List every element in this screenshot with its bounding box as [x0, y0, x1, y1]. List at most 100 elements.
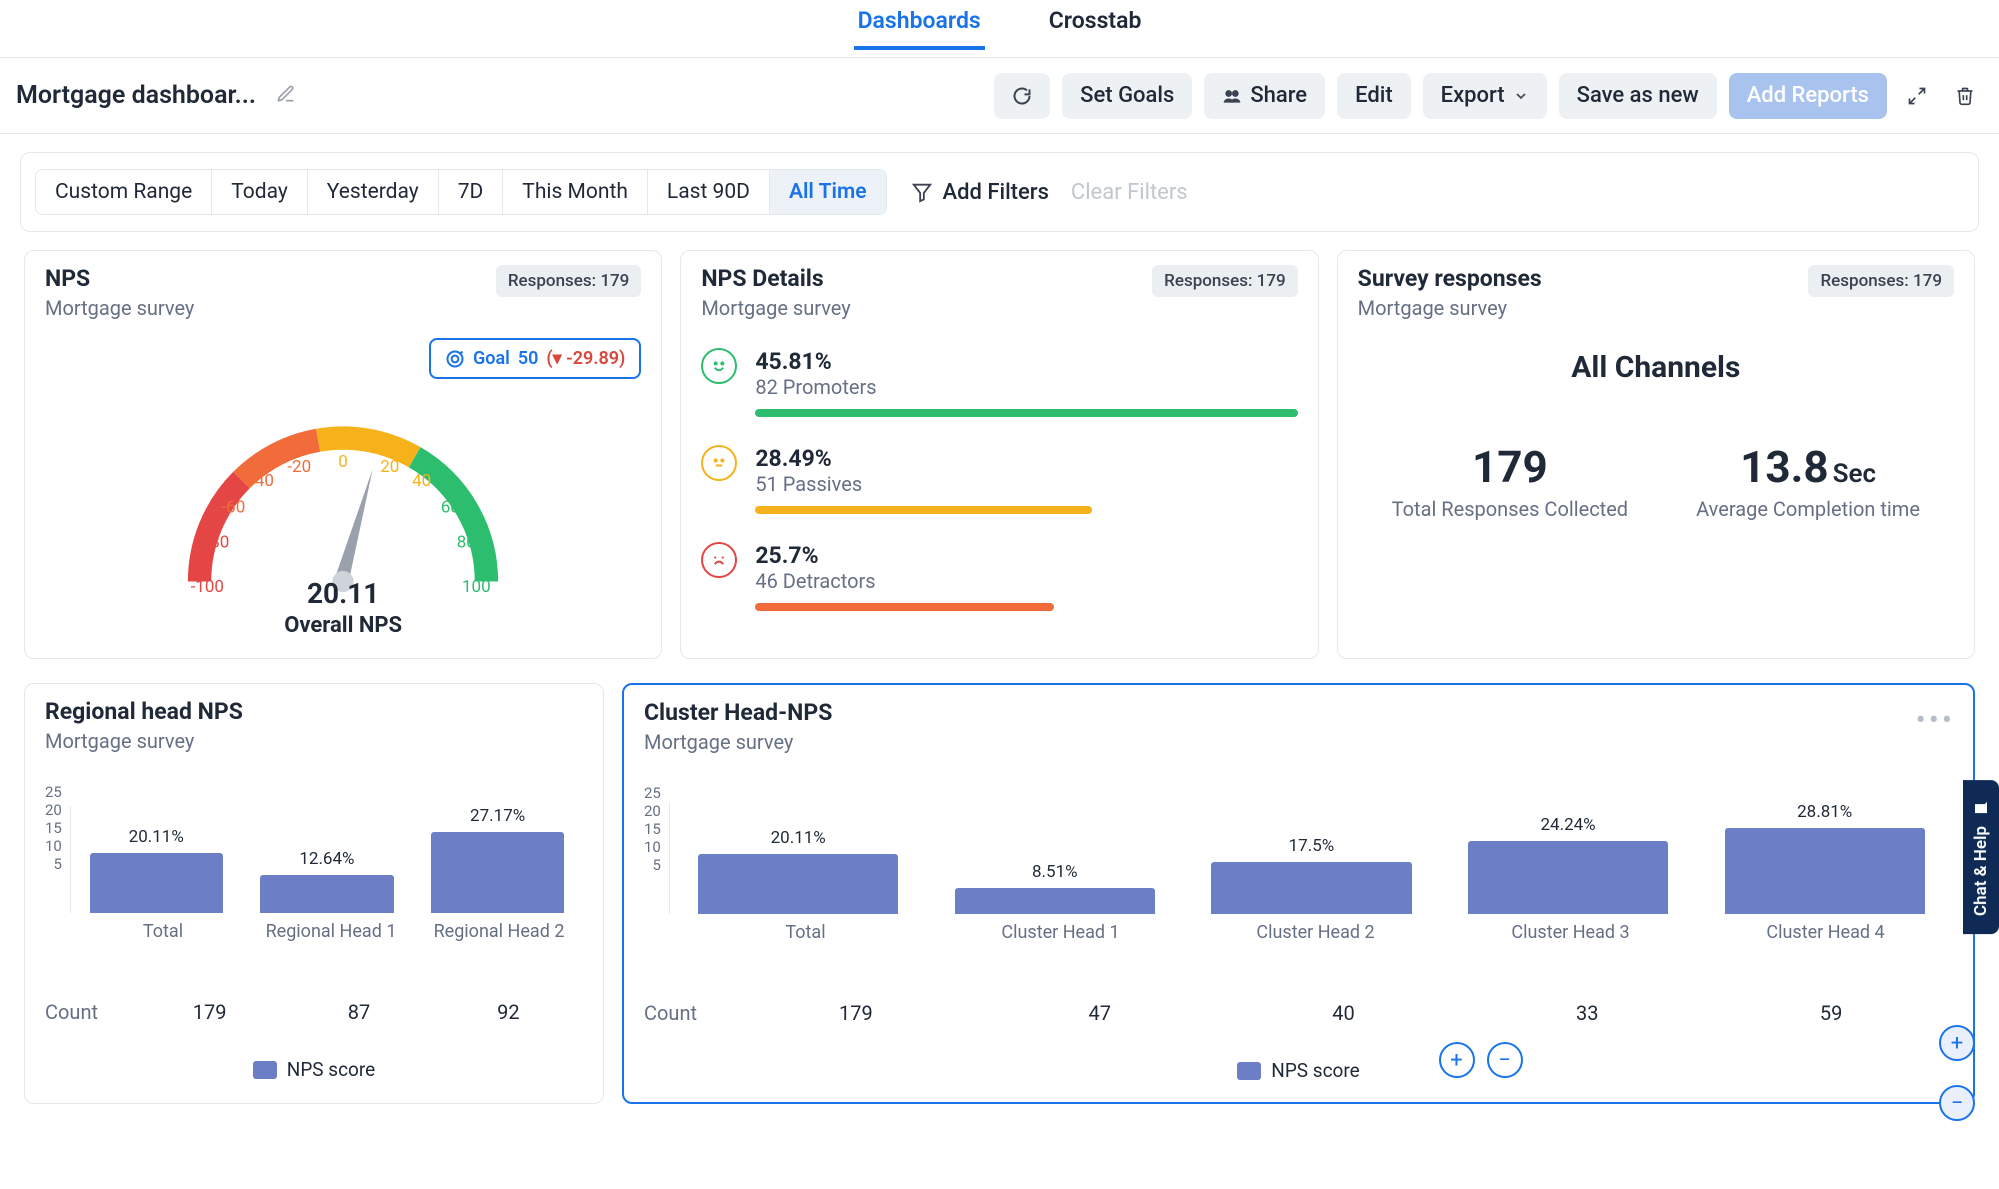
- regional-legend: NPS score: [45, 1058, 583, 1081]
- tab-dashboards[interactable]: Dashboards: [854, 7, 985, 50]
- svg-text:-20: -20: [287, 457, 311, 477]
- count-value: 87: [284, 1000, 433, 1024]
- card-regional-nps[interactable]: Regional head NPS Mortgage survey 252015…: [24, 683, 604, 1104]
- x-axis-label: Cluster Head 3: [1443, 922, 1698, 943]
- date-segment-last-90d[interactable]: Last 90D: [648, 170, 770, 214]
- x-axis-label: Regional Head 1: [247, 921, 415, 942]
- dashboard-title: Mortgage dashboar...: [16, 81, 256, 110]
- chat-help-sidebar[interactable]: Chat & Help: [1963, 780, 1999, 934]
- x-axis-label: Regional Head 2: [415, 921, 583, 942]
- bar: [90, 853, 223, 913]
- passives-sub: 51 Passives: [755, 472, 1297, 496]
- details-survey: Mortgage survey: [701, 296, 1152, 320]
- nps-score: 20.11: [307, 577, 379, 610]
- date-segment-all-time[interactable]: All Time: [770, 170, 886, 214]
- bar-value-label: 27.17%: [470, 806, 525, 826]
- zoom-in-side-button[interactable]: +: [1939, 1025, 1975, 1061]
- top-tabs: Dashboards Crosstab: [0, 0, 1999, 58]
- count-value: 59: [1709, 1001, 1953, 1025]
- bar: [955, 888, 1155, 914]
- date-segment-today[interactable]: Today: [212, 170, 308, 214]
- more-icon[interactable]: •••: [1916, 703, 1955, 738]
- svg-text:-60: -60: [222, 497, 246, 517]
- x-axis-label: Total: [79, 921, 247, 942]
- chat-help-label: Chat & Help: [1971, 826, 1991, 916]
- neutral-icon: [701, 445, 737, 481]
- smile-icon: [701, 348, 737, 384]
- cluster-count-label: Count: [644, 1001, 734, 1025]
- cluster-legend: NPS score: [644, 1059, 1953, 1082]
- expand-button[interactable]: [1899, 73, 1935, 119]
- survey-responses-badge: Responses: 179: [1808, 265, 1954, 297]
- x-axis-label: Total: [678, 922, 933, 943]
- refresh-button[interactable]: [994, 73, 1050, 119]
- survey-title: Survey responses: [1358, 265, 1809, 292]
- detractors-sub: 46 Detractors: [755, 569, 1297, 593]
- filter-bar: Custom RangeTodayYesterday7DThis MonthLa…: [20, 152, 1979, 232]
- legend-swatch: [253, 1061, 277, 1079]
- x-axis-label: Cluster Head 2: [1188, 922, 1443, 943]
- bar: [1725, 828, 1925, 914]
- nps-label: Overall NPS: [284, 613, 402, 638]
- svg-text:60: 60: [441, 497, 460, 517]
- bar: [698, 854, 898, 914]
- passives-pct: 28.49%: [755, 445, 1297, 472]
- bar: [260, 875, 393, 913]
- bar-column: 8.51%: [927, 862, 1184, 914]
- promoters-pct: 45.81%: [755, 348, 1297, 375]
- detractors-pct: 25.7%: [755, 542, 1297, 569]
- export-button[interactable]: Export: [1423, 73, 1547, 119]
- edit-button[interactable]: Edit: [1337, 73, 1411, 119]
- set-goals-button[interactable]: Set Goals: [1062, 73, 1192, 119]
- total-responses-label: Total Responses Collected: [1392, 497, 1628, 521]
- avg-time-value: 13.8: [1740, 441, 1829, 493]
- goal-chip[interactable]: Goal 50 (▾ -29.89): [429, 338, 641, 379]
- share-button[interactable]: Share: [1204, 73, 1325, 119]
- promoters-row: 45.81% 82 Promoters: [701, 348, 1297, 417]
- share-label: Share: [1250, 83, 1307, 108]
- card-nps-details[interactable]: NPS Details Mortgage survey Responses: 1…: [680, 250, 1318, 659]
- frown-icon: [701, 542, 737, 578]
- zoom-out-side-button[interactable]: −: [1939, 1085, 1975, 1121]
- delete-button[interactable]: [1947, 73, 1983, 119]
- nps-survey: Mortgage survey: [45, 296, 496, 320]
- date-segment-custom-range[interactable]: Custom Range: [36, 170, 212, 214]
- save-as-new-button[interactable]: Save as new: [1559, 73, 1717, 119]
- bar-value-label: 20.11%: [129, 827, 184, 847]
- zoom-in-button[interactable]: +: [1439, 1042, 1475, 1078]
- card-cluster-nps[interactable]: ••• Cluster Head-NPS Mortgage survey 252…: [622, 683, 1975, 1104]
- cluster-legend-label: NPS score: [1271, 1059, 1359, 1082]
- date-segment-7d[interactable]: 7D: [439, 170, 504, 214]
- survey-survey: Mortgage survey: [1358, 296, 1809, 320]
- bar-value-label: 12.64%: [299, 849, 354, 869]
- bar-value-label: 24.24%: [1540, 815, 1595, 835]
- svg-text:0: 0: [338, 452, 348, 472]
- details-title: NPS Details: [701, 265, 1152, 292]
- goal-prefix: Goal: [473, 348, 510, 369]
- add-reports-button[interactable]: Add Reports: [1729, 73, 1887, 119]
- svg-text:-80: -80: [206, 533, 230, 553]
- bar: [431, 832, 564, 914]
- count-value: 179: [734, 1001, 978, 1025]
- edit-title-icon[interactable]: [276, 84, 296, 108]
- titlebar: Mortgage dashboar... Set Goals Share Edi…: [0, 58, 1999, 134]
- date-segment-this-month[interactable]: This Month: [503, 170, 648, 214]
- zoom-out-button[interactable]: −: [1487, 1042, 1523, 1078]
- target-icon: [445, 349, 465, 369]
- cluster-title: Cluster Head-NPS: [644, 699, 1953, 726]
- avg-time-label: Average Completion time: [1696, 497, 1920, 521]
- total-responses-value: 179: [1472, 441, 1548, 493]
- clear-filters-button[interactable]: Clear Filters: [1071, 180, 1188, 205]
- card-nps[interactable]: NPS Mortgage survey Responses: 179 Goal …: [24, 250, 662, 659]
- goal-delta: (▾ -29.89): [546, 348, 625, 369]
- svg-text:100: 100: [462, 577, 491, 597]
- goal-value: 50: [518, 348, 539, 369]
- date-range-segments: Custom RangeTodayYesterday7DThis MonthLa…: [35, 169, 887, 215]
- card-survey-responses[interactable]: Survey responses Mortgage survey Respons…: [1337, 250, 1975, 659]
- tab-crosstab[interactable]: Crosstab: [1045, 7, 1146, 50]
- nps-title: NPS: [45, 265, 496, 292]
- promoters-sub: 82 Promoters: [755, 375, 1297, 399]
- date-segment-yesterday[interactable]: Yesterday: [308, 170, 439, 214]
- add-filters-button[interactable]: Add Filters: [911, 180, 1049, 205]
- legend-swatch: [1237, 1062, 1261, 1080]
